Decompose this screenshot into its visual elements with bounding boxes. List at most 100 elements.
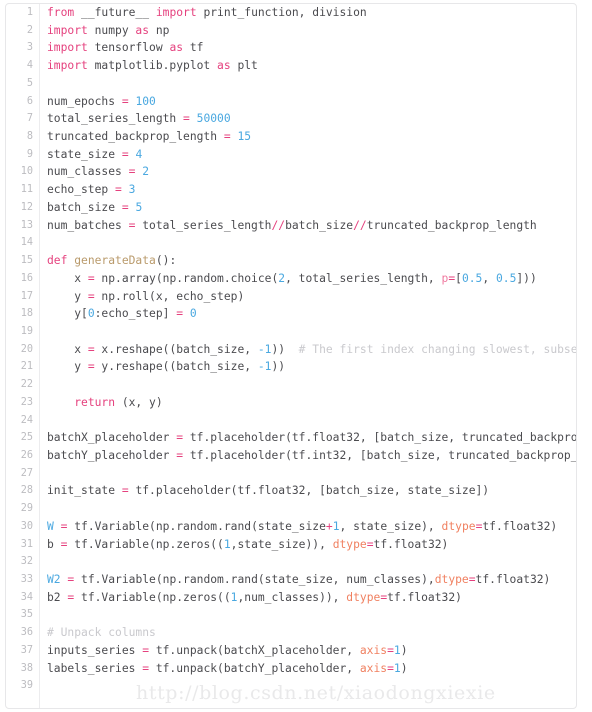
token-op: = bbox=[366, 537, 374, 551]
token-pl: , bbox=[482, 271, 496, 285]
line-source: x = x.reshape((batch_size, -1)) # The fi… bbox=[47, 341, 576, 359]
line-source: import numpy as np bbox=[47, 22, 169, 40]
token-op: = bbox=[115, 183, 122, 197]
line-number: 17 bbox=[20, 290, 33, 302]
code-line[interactable]: 33 W2 = tf.Variable(np.random.rand(state_… bbox=[6, 571, 576, 589]
token-num: -1 bbox=[257, 342, 272, 356]
code-line[interactable]: 17 y = np.roll(x, echo_step) bbox=[6, 288, 576, 306]
token-pl: tf.float32) bbox=[482, 519, 558, 533]
token-pl: tf.Variable(np.zeros(( bbox=[67, 537, 224, 551]
line-number: 30 bbox=[20, 520, 33, 532]
code-line[interactable]: 1 from __future__ import print_function, … bbox=[6, 4, 576, 22]
token-pl: state_size bbox=[47, 147, 122, 161]
token-op: // bbox=[271, 218, 286, 232]
code-line[interactable]: 9 state_size = 4 bbox=[6, 146, 576, 164]
code-line[interactable]: 8 truncated_backprop_length = 15 bbox=[6, 128, 576, 146]
line-source: truncated_backprop_length = 15 bbox=[47, 128, 251, 146]
code-lines[interactable]: 1 from __future__ import print_function, … bbox=[6, 4, 577, 695]
code-line[interactable]: 10 num_classes = 2 bbox=[6, 163, 576, 181]
code-line[interactable]: 27 bbox=[6, 465, 576, 483]
token-kw: def bbox=[47, 254, 68, 268]
token-pl: b2 bbox=[47, 590, 68, 604]
token-pl: :echo_step] bbox=[94, 307, 177, 321]
code-viewer: http://blog.csdn.net/xiaodongxiexie 1 fro… bbox=[0, 0, 592, 712]
code-line[interactable]: 25 batchX_placeholder = tf.placeholder(tf… bbox=[6, 429, 577, 447]
code-line[interactable]: 14 bbox=[6, 234, 576, 252]
token-op: = bbox=[121, 94, 129, 108]
token-pl: tf bbox=[183, 41, 204, 55]
token-kwarg: dtype bbox=[332, 537, 367, 551]
token-pl: )) bbox=[271, 342, 286, 356]
code-line[interactable]: 20 x = x.reshape((batch_size, -1)) # The… bbox=[6, 341, 576, 359]
code-line[interactable]: 38 labels_series = tf.unpack(batchY_place… bbox=[6, 660, 576, 678]
code-line[interactable]: 29 bbox=[6, 500, 576, 518]
token-pl: total_series_length bbox=[47, 112, 184, 126]
code-line[interactable]: 2 import numpy as np bbox=[6, 22, 576, 40]
token-op: = bbox=[87, 342, 95, 356]
code-line[interactable]: 23 return (x, y) bbox=[6, 394, 576, 412]
code-line[interactable]: 31 b = tf.Variable(np.zeros((1,state_size… bbox=[6, 536, 576, 554]
token-op: = bbox=[387, 643, 394, 657]
token-num: 0.5 bbox=[461, 271, 483, 285]
token-pl: (): bbox=[155, 254, 177, 268]
line-number: 4 bbox=[26, 60, 33, 72]
token-pl: init_state bbox=[47, 484, 122, 498]
code-line[interactable]: 32 bbox=[6, 553, 576, 571]
code-line[interactable]: 15 def generateData(): bbox=[6, 252, 576, 270]
code-line[interactable]: 7 total_series_length = 50000 bbox=[6, 110, 576, 128]
line-source: num_batches = total_series_length//batch… bbox=[47, 217, 537, 235]
token-num: 1 bbox=[223, 537, 231, 551]
token-pl: print_function, division bbox=[196, 6, 367, 19]
code-line[interactable]: 36 # Unpack columns bbox=[6, 624, 576, 642]
code-line[interactable]: 5 bbox=[6, 75, 576, 93]
code-block[interactable]: 1 from __future__ import print_function, … bbox=[5, 3, 577, 709]
token-pl: y.reshape((batch_size, bbox=[94, 360, 258, 374]
token-num: 4 bbox=[135, 147, 143, 161]
code-line[interactable]: 35 bbox=[6, 606, 576, 624]
token-num: 15 bbox=[237, 130, 252, 144]
code-line[interactable]: 4 import matplotlib.pyplot as plt bbox=[6, 57, 576, 75]
line-number: 2 bbox=[26, 24, 33, 36]
token-pl: tf.Variable(np.random.rand(state_size bbox=[67, 519, 326, 533]
code-line[interactable]: 12 batch_size = 5 bbox=[6, 199, 576, 217]
code-line[interactable]: 22 bbox=[6, 376, 576, 394]
token-num: 3 bbox=[128, 183, 136, 197]
code-line[interactable]: 37 inputs_series = tf.unpack(batchX_place… bbox=[6, 642, 576, 660]
code-line[interactable]: 28 init_state = tf.placeholder(tf.float32… bbox=[6, 482, 576, 500]
code-line[interactable]: 24 bbox=[6, 412, 576, 430]
line-source: W2 = tf.Variable(np.random.rand(state_si… bbox=[47, 571, 550, 589]
token-pl: y bbox=[47, 289, 88, 303]
code-line[interactable]: 19 bbox=[6, 323, 576, 341]
line-source: state_size = 4 bbox=[47, 146, 142, 164]
line-source: from __future__ import print_function, d… bbox=[47, 4, 367, 22]
code-line[interactable]: 30 W = tf.Variable(np.random.rand(state_s… bbox=[6, 518, 576, 536]
token-pl: num_batches bbox=[47, 218, 129, 232]
token-pl: num_epochs bbox=[47, 94, 122, 108]
code-line[interactable]: 21 y = y.reshape((batch_size, -1)) bbox=[6, 358, 576, 376]
token-kw: as bbox=[169, 41, 184, 55]
code-line[interactable]: 6 num_epochs = 100 bbox=[6, 93, 576, 111]
code-line[interactable]: 39 bbox=[6, 677, 576, 695]
token-fn: generateData bbox=[74, 254, 156, 268]
token-pl: batchY_placeholder bbox=[47, 448, 177, 462]
token-pl: truncated_backprop_length bbox=[366, 218, 537, 232]
line-number: 7 bbox=[26, 113, 33, 125]
token-pl: batch_size bbox=[285, 218, 354, 232]
token-pl: tf.Variable(np.random.rand(state_size, n… bbox=[74, 573, 435, 586]
code-line[interactable]: 3 import tensorflow as tf bbox=[6, 39, 576, 57]
token-pl: y bbox=[47, 360, 88, 374]
code-line[interactable]: 11 echo_step = 3 bbox=[6, 181, 576, 199]
line-number: 19 bbox=[20, 325, 33, 337]
code-line[interactable]: 26 batchY_placeholder = tf.placeholder(tf… bbox=[6, 447, 576, 465]
code-line[interactable]: 16 x = np.array(np.random.choice(2, tota… bbox=[6, 270, 576, 288]
token-num: 1 bbox=[393, 661, 401, 675]
code-line[interactable]: 34 b2 = tf.Variable(np.zeros((1,num_class… bbox=[6, 589, 576, 607]
code-line[interactable]: 18 y[0:echo_step] = 0 bbox=[6, 305, 576, 323]
token-pl: tf.placeholder(tf.float32, [batch_size, … bbox=[189, 431, 577, 445]
token-op: = bbox=[387, 661, 394, 675]
line-source: echo_step = 3 bbox=[47, 181, 135, 199]
token-op: = bbox=[87, 360, 95, 374]
code-line[interactable]: 13 num_batches = total_series_length//bat… bbox=[6, 217, 576, 235]
